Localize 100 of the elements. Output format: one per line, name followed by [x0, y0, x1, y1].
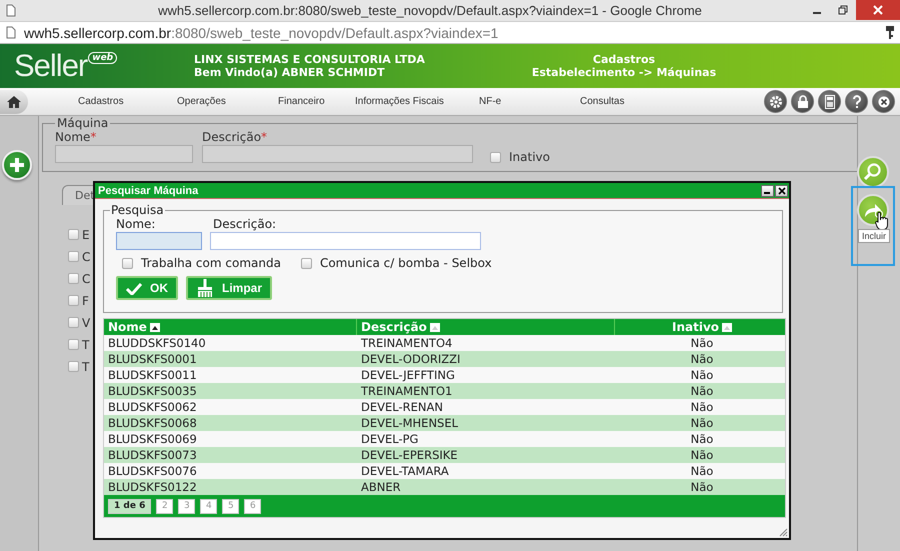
menu-item[interactable]: Consultas: [580, 96, 624, 107]
table-cell-text: BLUDSKFS0001: [107, 352, 198, 366]
checkbox[interactable]: [68, 273, 79, 284]
field-label: Nome:: [116, 217, 156, 231]
checkbox[interactable]: [68, 251, 79, 262]
broom-icon: [196, 279, 214, 297]
table-cell-text: Não: [690, 480, 714, 494]
text-field[interactable]: [55, 145, 193, 163]
logo-badge: web: [88, 52, 118, 64]
table-cell-text: BLUDSKFS0035: [107, 384, 198, 398]
text-field[interactable]: [116, 232, 202, 250]
window-title: wwh5.sellercorp.com.br:8080/sweb_teste_novopdv/Default.aspx?viaindex=1 - Google Chrome: [157, 3, 703, 18]
column-header[interactable]: Inativo: [615, 319, 785, 335]
settings-icon: [768, 94, 782, 108]
menu-item[interactable]: NF-e: [479, 96, 580, 107]
checkbox[interactable]: [68, 295, 79, 306]
table-cell-text: BLUDSKFS0069: [107, 432, 198, 446]
table-cell-text: DEVEL-JEFFTING: [360, 368, 456, 382]
table-cell-text: Não: [690, 448, 714, 462]
checkbox-label: T: [82, 360, 90, 374]
minimize-icon: [813, 12, 821, 14]
close-button[interactable]: [775, 184, 788, 196]
menu-item[interactable]: Operações: [177, 96, 278, 107]
lock-icon: [796, 94, 808, 108]
lock-button[interactable]: [791, 90, 814, 113]
table-cell-text: ABNER: [360, 480, 402, 494]
sort-icon: [150, 322, 160, 332]
table-cell-text: Não: [690, 432, 714, 446]
clear-button[interactable]: Limpar: [186, 276, 272, 300]
text-field[interactable]: [202, 145, 473, 163]
checkbox-label: Inativo: [509, 150, 550, 164]
table-cell-text: DEVEL-RENAN: [360, 400, 444, 414]
logo: Seller: [14, 48, 88, 84]
page-icon: [6, 4, 16, 17]
company-name: LINX SISTEMAS E CONSULTORIA LTDA: [194, 53, 426, 66]
checkbox[interactable]: [68, 229, 79, 240]
checkbox-label: F: [82, 294, 89, 308]
checkbox[interactable]: [490, 152, 501, 162]
checkbox-label: V: [82, 316, 90, 330]
breadcrumb: Estabelecimento -> Máquinas: [532, 66, 716, 79]
checkmark-icon: [126, 282, 142, 294]
table-cell-text: Não: [690, 384, 714, 398]
checkbox-label: C: [82, 272, 90, 286]
field-label: Descrição*: [202, 130, 268, 144]
close-icon: [873, 5, 883, 15]
table-cell-text: BLUDSKFS0011: [107, 368, 198, 382]
table-cell-text: Não: [690, 336, 714, 350]
field-label: Descrição:: [213, 217, 278, 231]
home-icon: [6, 94, 22, 108]
welcome-text: Bem Vindo(a) ABNER SCHMIDT: [194, 66, 386, 79]
table-cell-text: TREINAMENTO4: [360, 336, 454, 350]
table-cell-text: DEVEL-EPERSIKE: [360, 448, 459, 462]
page-button[interactable]: 5: [222, 498, 240, 514]
page-icon: [6, 26, 16, 39]
table-cell-text: BLUDSKFS0076: [107, 464, 198, 478]
checkbox-label: T: [82, 338, 90, 352]
key-icon[interactable]: [886, 26, 894, 40]
checkbox[interactable]: [68, 361, 79, 372]
page-button[interactable]: 1 de 6: [108, 498, 152, 514]
table-cell-text: DEVEL-TAMARA: [360, 464, 450, 478]
tooltip: Incluir: [858, 229, 890, 243]
checkbox[interactable]: [300, 258, 312, 268]
home-button[interactable]: [0, 90, 28, 114]
search-button[interactable]: [857, 156, 889, 188]
add-button[interactable]: [2, 150, 32, 180]
table-cell-text: BLUDSKFS0062: [107, 400, 198, 414]
table-cell-text: DEVEL-PG: [360, 432, 420, 446]
panel-legend: Pesquisa: [110, 203, 165, 217]
minimize-button[interactable]: [761, 184, 774, 196]
close-button[interactable]: [872, 90, 895, 113]
help-icon: [852, 94, 862, 108]
menu-item[interactable]: Informações Fiscais: [355, 96, 479, 107]
text-field[interactable]: [210, 232, 481, 250]
checkbox[interactable]: [122, 258, 133, 268]
close-icon: [778, 186, 786, 194]
table-cell-text: DEVEL-ODORIZZI: [360, 352, 462, 366]
page-button[interactable]: 2: [156, 498, 174, 514]
page-button[interactable]: 4: [200, 498, 218, 514]
checkbox-label: Trabalha com comanda: [141, 256, 281, 270]
address-field[interactable]: wwh5.sellercorp.com.br:8080/sweb_teste_novopdv/Default.aspx?viaindex=1: [24, 24, 878, 40]
ok-button[interactable]: OK: [116, 276, 178, 300]
checkbox-label: Comunica c/ bomba - Selbox: [320, 256, 492, 270]
sort-icon: [722, 322, 732, 332]
page-button[interactable]: 6: [244, 498, 262, 514]
table-cell-text: Não: [690, 368, 714, 382]
checkbox[interactable]: [68, 339, 79, 350]
calculator-button[interactable]: [818, 90, 841, 113]
restore-icon: [838, 5, 848, 15]
table-cell-text: BLUDSKFS0073: [107, 448, 198, 462]
menu-item[interactable]: Cadastros: [78, 96, 177, 107]
table-cell-text: Não: [690, 464, 714, 478]
checkbox[interactable]: [68, 317, 79, 328]
checkbox-label: E: [82, 228, 90, 242]
settings-button[interactable]: [764, 90, 787, 113]
menu-item[interactable]: Financeiro: [278, 96, 355, 107]
page-button[interactable]: 3: [178, 498, 196, 514]
plus-icon: [9, 157, 25, 173]
close-icon: [878, 96, 890, 108]
resize-grip-icon: [779, 528, 788, 537]
help-button[interactable]: [845, 90, 868, 113]
